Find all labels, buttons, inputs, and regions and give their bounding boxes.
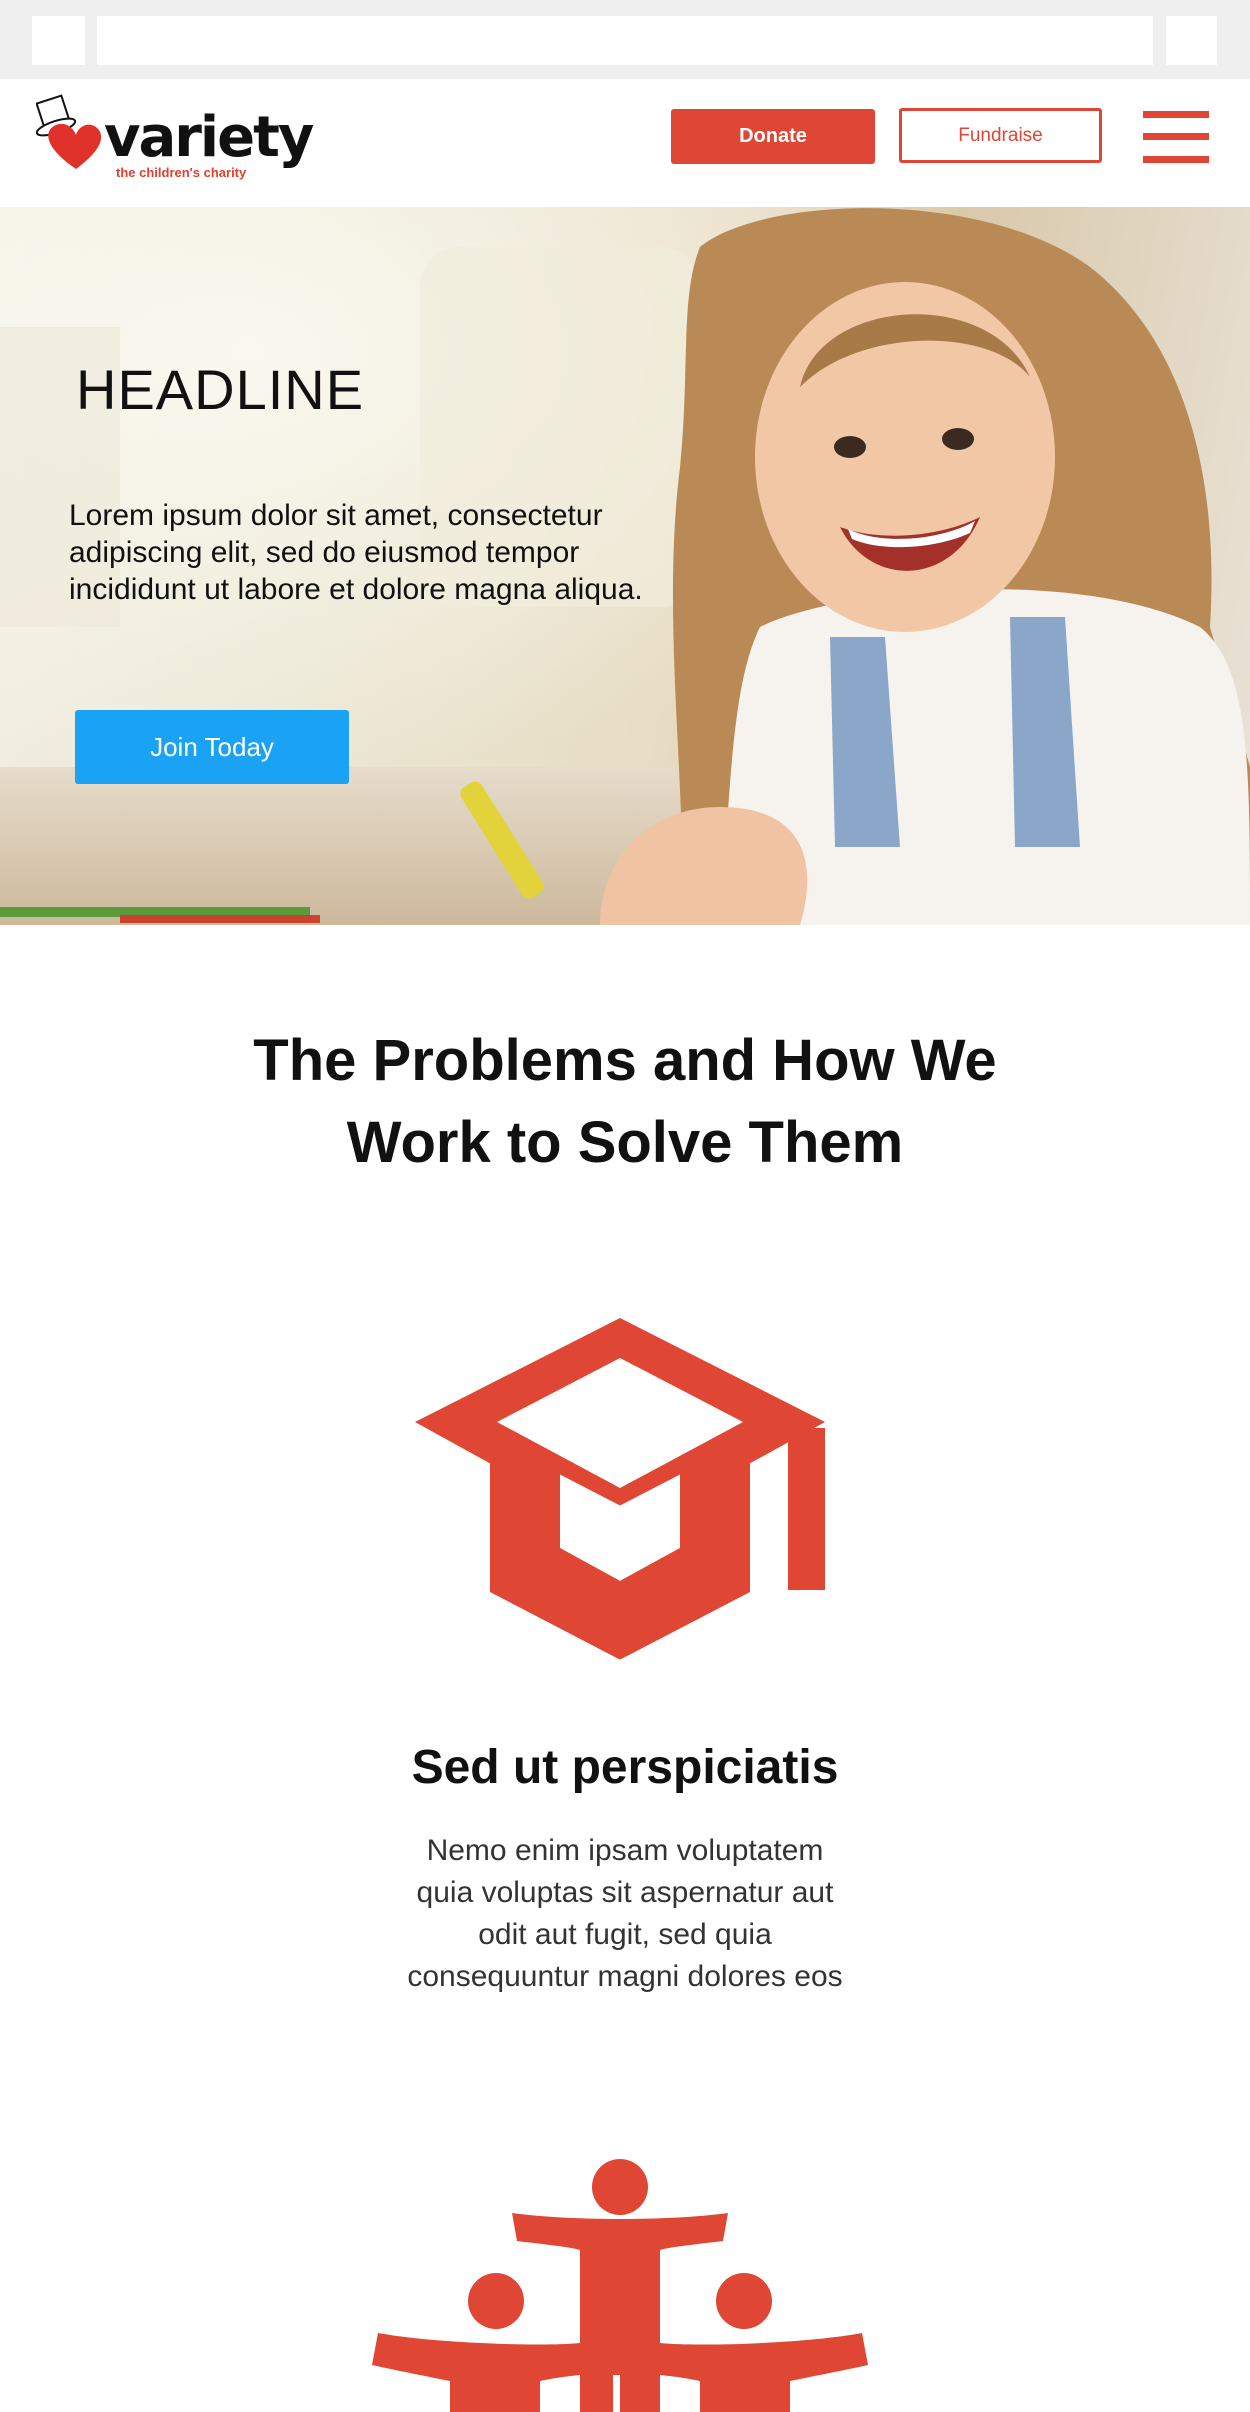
- fundraise-button[interactable]: Fundraise: [899, 108, 1102, 163]
- graduation-cap-icon: [415, 1318, 825, 1660]
- browser-toolbar: [0, 0, 1250, 79]
- browser-back-button[interactable]: [32, 16, 85, 65]
- donate-button[interactable]: Donate: [671, 109, 875, 164]
- hero-headline: HEADLINE: [76, 358, 365, 421]
- hero-body-text: Lorem ipsum dolor sit amet, consectetur …: [69, 499, 643, 606]
- group-people-icon: [372, 2159, 868, 2412]
- section-title: The Problems and How We Work to Solve Th…: [253, 1028, 997, 1175]
- address-bar[interactable]: [97, 16, 1153, 65]
- logo-tagline: the children's charity: [116, 165, 247, 180]
- variety-logo[interactable]: variety the children's charity: [36, 91, 314, 181]
- browser-menu-button[interactable]: [1166, 16, 1217, 65]
- card-body-text: Nemo enim ipsam voluptatem quia voluptas…: [407, 1834, 843, 1993]
- hero-banner: HEADLINE Lorem ipsum dolor sit amet, con…: [0, 207, 1250, 925]
- join-today-button[interactable]: Join Today: [75, 710, 349, 784]
- logo-wordmark: variety: [104, 105, 314, 170]
- site-header: variety the children's charity Donate Fu…: [0, 79, 1250, 207]
- menu-icon[interactable]: [1143, 111, 1209, 163]
- card-title: Sed ut perspiciatis: [411, 1741, 839, 1794]
